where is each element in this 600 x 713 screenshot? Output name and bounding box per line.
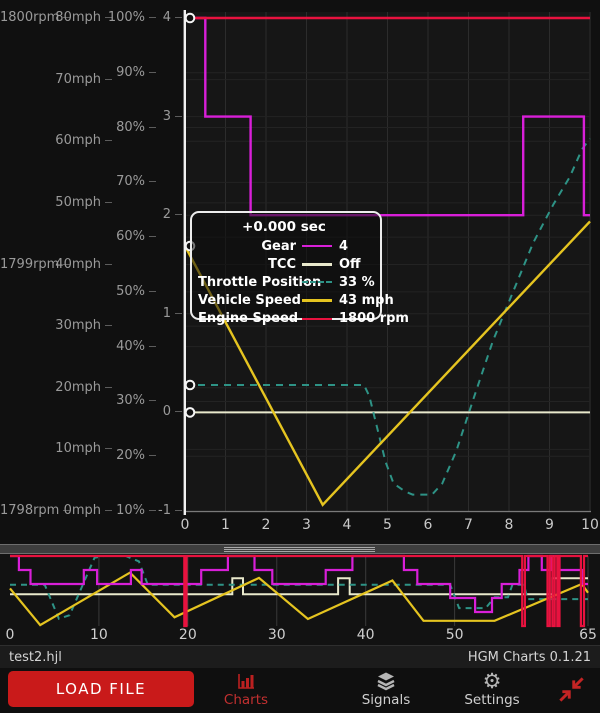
- chart-splitter[interactable]: [0, 544, 600, 554]
- tcc-swatch: [302, 263, 332, 266]
- throttle-swatch: [302, 281, 332, 283]
- tooltip-row-tcc: TCC Off: [198, 255, 370, 273]
- vehicle-speed-swatch: [302, 299, 332, 302]
- time-axis: 0123456789 10: [0, 517, 600, 533]
- tick-label: 5: [371, 517, 405, 533]
- overview-time-axis: 0 10 20 30 40 50 65: [0, 627, 600, 643]
- gear-icon: ⚙: [483, 670, 502, 692]
- load-file-button[interactable]: LOAD FILE: [8, 671, 194, 707]
- status-bar: test2.hjl HGM Charts 0.1.21: [0, 645, 600, 668]
- app-version: HGM Charts 0.1.21: [468, 650, 591, 665]
- tooltip-row-gear: Gear 4: [198, 237, 370, 255]
- tooltip-row-speed: Vehicle Speed 43 mph: [198, 292, 370, 310]
- overview-canvas[interactable]: [0, 554, 600, 628]
- tick-label: 7: [452, 517, 486, 533]
- bar-chart-icon: [236, 670, 256, 692]
- tab-signals-label: Signals: [362, 692, 411, 708]
- tick-label: 1: [209, 517, 243, 533]
- tick-label: 30: [260, 627, 294, 643]
- cursor-marker: [186, 14, 195, 23]
- tick-label: 10: [82, 627, 116, 643]
- tooltip-row-throttle: Throttle Position 33 %: [198, 273, 370, 291]
- main-chart[interactable]: 1800rpm1799rpm1798rpm 80mph70mph60mph50m…: [0, 0, 600, 540]
- tick-label: 9: [533, 517, 567, 533]
- tick-label: 8: [492, 517, 526, 533]
- tick-label: 0: [0, 627, 27, 643]
- loaded-filename: test2.hjl: [9, 650, 62, 665]
- tab-settings-label: Settings: [464, 692, 519, 708]
- chart-tooltip: +0.000 sec Gear 4 TCC Off Throttle Posit…: [190, 211, 382, 320]
- tick-label: 3: [290, 517, 324, 533]
- gear-swatch: [302, 245, 332, 248]
- tab-settings[interactable]: ⚙ Settings: [456, 670, 528, 708]
- tick-label: 20: [171, 627, 205, 643]
- tick-label: 2: [249, 517, 283, 533]
- engine-speed-swatch: [302, 318, 332, 321]
- overview-chart[interactable]: 0 10 20 30 40 50 65: [0, 554, 600, 644]
- tooltip-row-engine: Engine Speed 1800 rpm: [198, 310, 370, 328]
- cursor-marker: [186, 381, 195, 390]
- tooltip-time: +0.000 sec: [198, 217, 370, 237]
- bottom-toolbar: LOAD FILE Charts Signals ⚙ Settings: [0, 668, 600, 713]
- cursor-marker: [186, 408, 195, 417]
- tick-label: 6: [411, 517, 445, 533]
- tick-label: 4: [330, 517, 364, 533]
- series-gear: [10, 556, 588, 612]
- tick-label: 50: [438, 627, 472, 643]
- tab-charts[interactable]: Charts: [210, 670, 282, 708]
- collapse-arrows-icon[interactable]: [557, 675, 586, 704]
- tick-label: 65: [571, 627, 600, 643]
- layers-icon: [376, 670, 396, 692]
- tab-charts-label: Charts: [224, 692, 268, 708]
- tick-label: 10: [573, 517, 600, 533]
- tab-signals[interactable]: Signals: [350, 670, 422, 708]
- tick-label: 40: [349, 627, 383, 643]
- splitter-grip[interactable]: [224, 547, 375, 552]
- tick-label: 0: [168, 517, 202, 533]
